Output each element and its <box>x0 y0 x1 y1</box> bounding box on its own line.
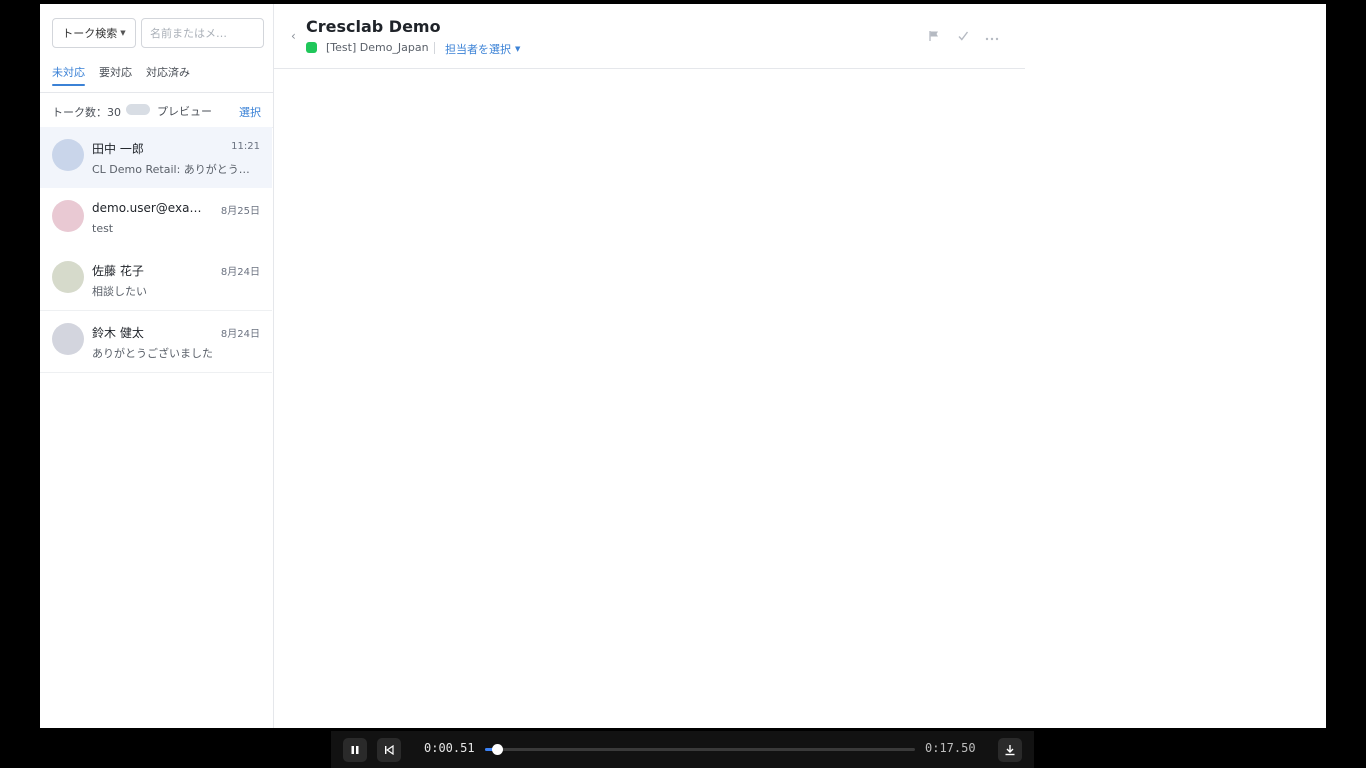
chat-messages-area <box>274 69 1025 728</box>
avatar <box>52 261 84 293</box>
conversation-time: 11:21 <box>231 141 260 152</box>
conversation-snippet: CL Demo Retail: ありがとうございます <box>92 163 257 176</box>
tab-needs-action[interactable]: 要対応 <box>99 64 132 86</box>
conversation-name: 鈴木 健太 <box>92 326 144 340</box>
pause-button[interactable] <box>343 738 367 762</box>
total-time: 0:17.50 <box>925 741 976 755</box>
flag-icon[interactable] <box>927 30 941 44</box>
conversation-time: 8月24日 <box>220 329 260 340</box>
conversation-time: 8月25日 <box>220 206 260 217</box>
conversation-snippet: 相談したい <box>92 285 147 298</box>
current-time: 0:00.51 <box>424 741 475 755</box>
tab-resolved[interactable]: 対応済み <box>146 64 190 86</box>
back-chevron-icon[interactable]: ‹ <box>291 29 296 43</box>
conversation-snippet: ありがとうございました <box>92 347 213 360</box>
search-input[interactable] <box>141 18 264 48</box>
status-tabs: 未対応 要対応 対応済み <box>40 60 273 93</box>
assignee-label: 担当者を選択 <box>445 43 511 56</box>
conversation-sidebar: トーク検索 ▼ 未対応 要対応 対応済み トーク数：30 プレビュー 選択 田中… <box>40 4 274 728</box>
select-button[interactable]: 選択 <box>239 104 261 120</box>
download-icon <box>1005 745 1015 756</box>
preview-toggle[interactable] <box>126 104 150 115</box>
download-button[interactable] <box>998 738 1022 762</box>
skip-back-icon <box>385 745 394 755</box>
conversation-item[interactable]: 鈴木 健太 8月24日 ありがとうございました <box>40 311 272 373</box>
restart-button[interactable] <box>377 738 401 762</box>
list-toolbar: トーク数：30 プレビュー 選択 <box>40 93 273 128</box>
avatar <box>52 139 84 171</box>
caret-down-icon: ▼ <box>515 45 521 53</box>
conversation-name: 佐藤 花子 <box>92 264 144 278</box>
more-icon[interactable] <box>985 30 999 44</box>
conversation-name: 田中 一郎 <box>92 142 144 156</box>
assignee-select[interactable]: 担当者を選択 ▼ <box>445 41 520 57</box>
search-row: トーク検索 ▼ <box>52 18 264 48</box>
conversation-name: demo.user@example.com <box>92 201 212 215</box>
conversation-time: 8月24日 <box>220 267 260 278</box>
conversation-snippet: test <box>92 222 114 235</box>
avatar <box>52 200 84 232</box>
channel-name: [Test] Demo_Japan <box>326 41 429 54</box>
chat-header: ‹ Cresclab Demo [Test] Demo_Japan 担当者を選択… <box>274 4 1025 69</box>
channel-icon <box>306 42 317 53</box>
chat-title: Cresclab Demo <box>306 17 441 36</box>
search-type-label: トーク検索 <box>62 27 118 40</box>
divider <box>434 42 435 54</box>
video-player-bar: 0:00.51 0:17.50 <box>331 731 1034 768</box>
pause-icon <box>351 746 359 754</box>
search-type-select[interactable]: トーク検索 ▼ <box>52 18 136 48</box>
conversation-item[interactable]: 田中 一郎 11:21 CL Demo Retail: ありがとうございます <box>40 127 272 189</box>
avatar <box>52 323 84 355</box>
conversation-item[interactable]: 佐藤 花子 8月24日 相談したい <box>40 249 272 311</box>
conversation-count: トーク数：30 <box>52 106 121 119</box>
seek-handle[interactable] <box>492 744 504 755</box>
seek-bar[interactable] <box>485 744 915 755</box>
tab-unhandled[interactable]: 未対応 <box>52 64 85 86</box>
check-icon[interactable] <box>956 30 970 44</box>
app-frame: トーク検索 ▼ 未対応 要対応 対応済み トーク数：30 プレビュー 選択 田中… <box>40 4 1326 728</box>
caret-down-icon: ▼ <box>120 29 126 37</box>
preview-label: プレビュー <box>157 105 212 118</box>
conversation-item[interactable]: demo.user@example.com 8月25日 test <box>40 188 272 250</box>
